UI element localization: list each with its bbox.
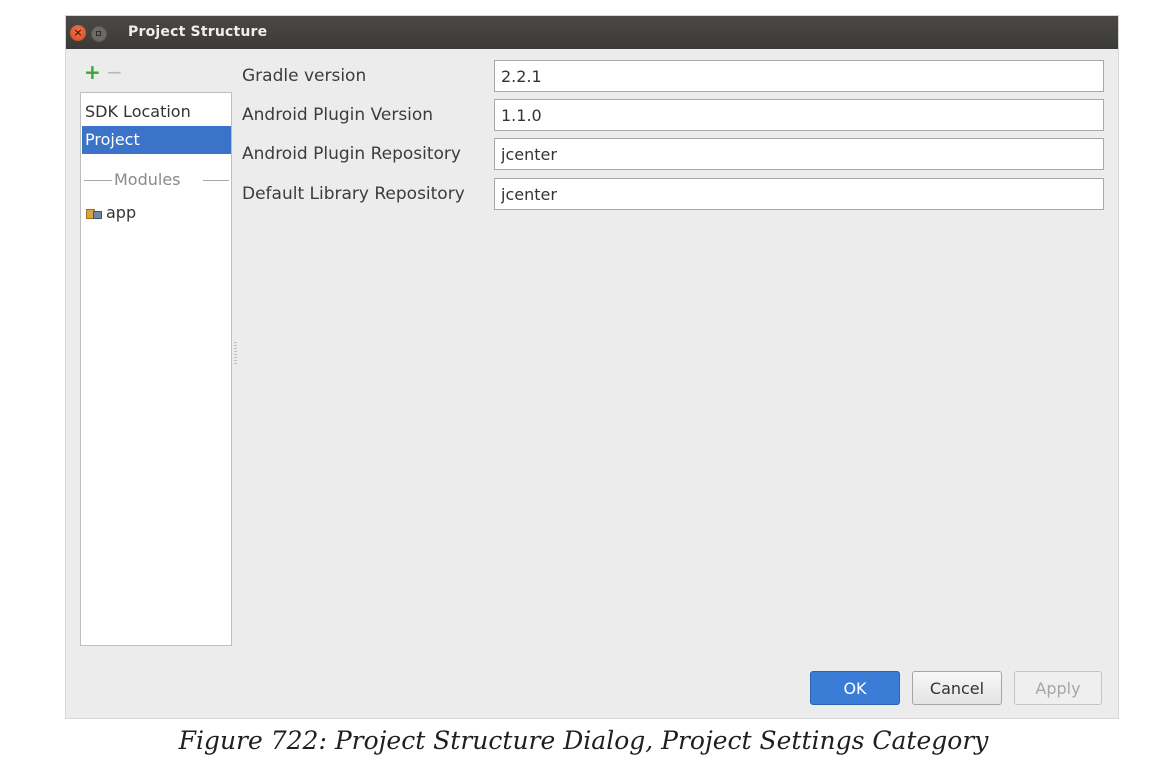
modules-header: Modules <box>114 170 181 189</box>
gradle-version-input[interactable] <box>494 60 1104 92</box>
android-plugin-version-input[interactable] <box>494 99 1104 131</box>
dialog-title: Project Structure <box>128 24 268 40</box>
android-plugin-repository-label: Android Plugin Repository <box>242 144 461 164</box>
default-library-repository-input[interactable] <box>494 178 1104 210</box>
apply-button[interactable]: Apply <box>1014 671 1102 705</box>
cancel-button[interactable]: Cancel <box>912 671 1002 705</box>
default-library-repository-label: Default Library Repository <box>242 184 465 204</box>
add-icon[interactable]: + <box>84 62 101 82</box>
settings-sidebar: SDK Location Project Modules app <box>80 92 232 646</box>
separator-line <box>203 180 229 181</box>
module-folder-icon <box>86 208 102 220</box>
remove-icon[interactable]: − <box>106 62 123 82</box>
figure-caption: Figure 722: Project Structure Dialog, Pr… <box>178 726 989 755</box>
gradle-version-label: Gradle version <box>242 66 367 86</box>
modules-separator: Modules <box>82 170 231 190</box>
splitter-handle[interactable] <box>234 342 237 364</box>
close-icon[interactable]: × <box>70 25 86 41</box>
sidebar-item-label: app <box>106 203 137 222</box>
minimize-icon[interactable] <box>91 26 107 42</box>
sidebar-item-project[interactable]: Project <box>82 126 231 154</box>
sidebar-item-sdk-location[interactable]: SDK Location <box>82 98 231 126</box>
project-structure-dialog: × Project Structure + − SDK Location Pro… <box>66 16 1118 718</box>
android-plugin-repository-input[interactable] <box>494 138 1104 170</box>
ok-button[interactable]: OK <box>810 671 900 705</box>
android-plugin-version-label: Android Plugin Version <box>242 105 434 125</box>
sidebar-item-app[interactable]: app <box>82 199 231 227</box>
title-bar: × Project Structure <box>66 16 1118 49</box>
separator-line <box>84 180 112 181</box>
